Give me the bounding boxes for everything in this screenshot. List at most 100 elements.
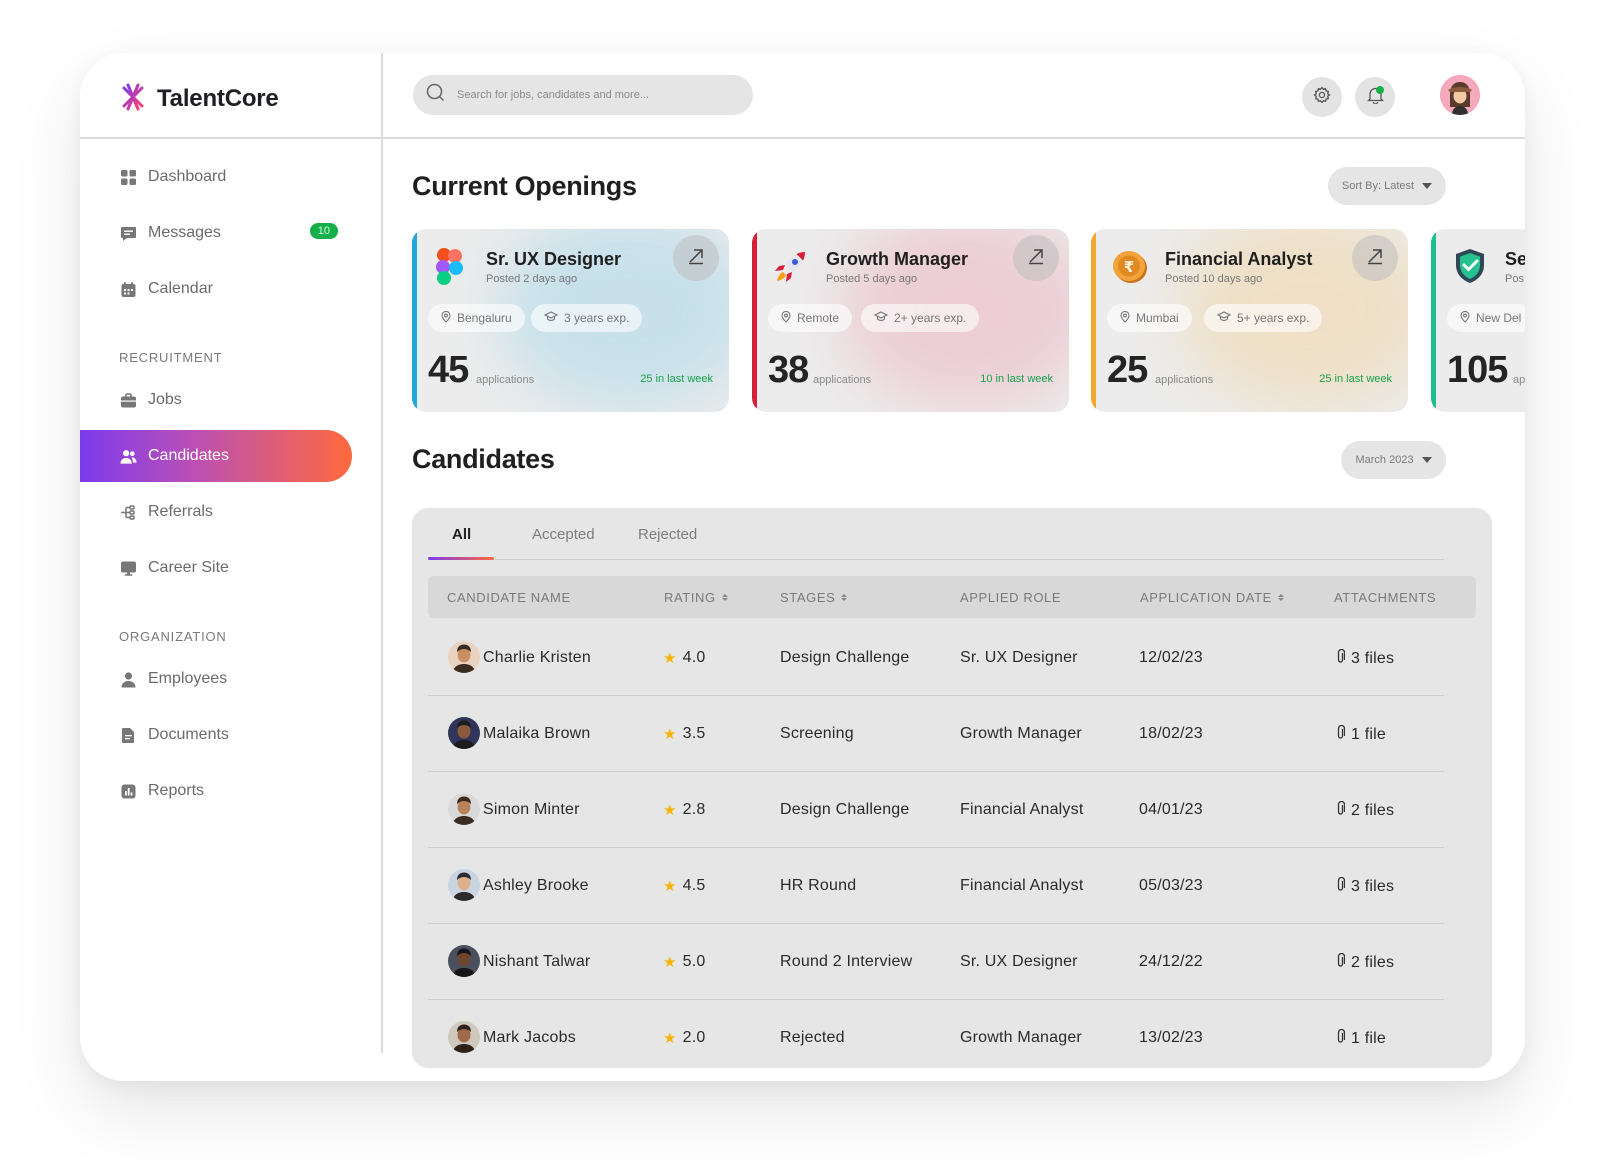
candidate-rating: ★ 4.5 [663, 877, 706, 895]
notifications-button[interactable] [1355, 77, 1395, 117]
candidate-name[interactable]: Nishant Talwar [483, 953, 590, 971]
tab-rejected[interactable]: Rejected [638, 526, 697, 543]
attachments[interactable]: 2 files [1336, 952, 1394, 973]
search-bar[interactable] [413, 75, 753, 115]
user-avatar[interactable] [1440, 75, 1480, 115]
rupee-coin-icon: ₹ [1110, 246, 1150, 286]
column-header-role[interactable]: APPLIED ROLE [960, 590, 1061, 605]
applications-label: ap [1513, 374, 1525, 386]
paperclip-icon [1336, 1028, 1346, 1049]
column-label: RATING [664, 590, 716, 605]
applications-label: applications [813, 374, 872, 386]
map-pin-icon [781, 310, 791, 326]
period-dropdown[interactable]: March 2023 [1341, 441, 1446, 479]
table-header: CANDIDATE NAME RATING STAGES APPLIED ROL… [428, 576, 1476, 618]
arrow-up-right-icon [1027, 247, 1045, 270]
tab-all[interactable]: All [452, 526, 471, 543]
chat-icon [120, 225, 137, 242]
sidebar-item-reports[interactable]: Reports [80, 765, 352, 817]
attachments-count: 1 file [1351, 726, 1386, 743]
job-card-sr-ux-designer[interactable]: Sr. UX Designer Posted 2 days ago Bengal… [412, 229, 729, 412]
candidate-stage: HR Round [780, 877, 857, 894]
candidate-name[interactable]: Simon Minter [483, 801, 580, 819]
sidebar-item-career-site[interactable]: Career Site [80, 542, 352, 594]
sort-icon [1277, 594, 1284, 601]
applications-label: applications [1155, 374, 1214, 386]
shield-icon [1450, 246, 1490, 286]
table-row[interactable]: Mark Jacobs ★ 2.0 Rejected Growth Manager 13/… [428, 998, 1444, 1068]
candidate-name[interactable]: Malaika Brown [483, 725, 591, 743]
application-count: 25 [1107, 349, 1148, 391]
job-card-financial-analyst[interactable]: ₹ Financial Analyst Posted 10 days ago M… [1091, 229, 1408, 412]
attachments[interactable]: 3 files [1336, 876, 1394, 897]
sidebar-item-candidates[interactable]: Candidates [80, 430, 352, 482]
map-pin-icon [441, 310, 451, 326]
open-job-button[interactable] [1352, 235, 1398, 281]
table-row[interactable]: Charlie Kristen ★ 4.0 Design Challenge Sr. U… [428, 618, 1444, 696]
sort-dropdown[interactable]: Sort By: Latest [1328, 167, 1446, 205]
application-date: 18/02/23 [1139, 725, 1203, 742]
sidebar-item-calendar[interactable]: Calendar [80, 263, 352, 315]
sidebar-item-documents[interactable]: Documents [80, 709, 352, 761]
attachments[interactable]: 3 files [1336, 648, 1395, 669]
divider [80, 137, 382, 139]
map-pin-icon [1120, 310, 1130, 326]
open-job-button[interactable] [1013, 235, 1059, 281]
experience-pill: 5+ years exp. [1204, 304, 1323, 332]
paperclip-icon [1336, 648, 1346, 669]
table-row[interactable]: Nishant Talwar ★ 5.0 Round 2 Interview Sr. U… [428, 922, 1444, 1000]
arrow-up-right-icon [687, 247, 705, 270]
job-card-partial[interactable]: Se Pos New Del 105 ap [1431, 229, 1525, 412]
graduation-cap-icon [873, 311, 889, 325]
candidate-role: Sr. UX Designer [960, 953, 1078, 970]
job-title: Growth Manager [826, 249, 969, 269]
graduation-cap-icon [1216, 311, 1232, 325]
attachments-count: 3 files [1351, 650, 1395, 667]
last-week-stat: 25 in last week [640, 373, 713, 385]
job-title: Se [1505, 249, 1525, 269]
search-input[interactable] [457, 89, 727, 101]
card-accent-stripe [752, 229, 757, 412]
sidebar-item-label: Messages [148, 224, 221, 241]
sidebar-item-label: Jobs [148, 391, 182, 408]
sidebar-item-jobs[interactable]: Jobs [80, 374, 352, 426]
open-job-button[interactable] [673, 235, 719, 281]
attachments[interactable]: 1 file [1336, 1028, 1386, 1049]
candidate-name[interactable]: Charlie Kristen [483, 649, 591, 667]
sidebar: TalentCore Dashboard Messages 10 Calenda… [80, 53, 382, 1081]
column-header-attachments[interactable]: ATTACHMENTS [1334, 590, 1436, 605]
job-card-growth-manager[interactable]: Growth Manager Posted 5 days ago Remote … [752, 229, 1069, 412]
sidebar-divider [381, 53, 383, 1053]
sidebar-item-employees[interactable]: Employees [80, 653, 352, 705]
table-row[interactable]: Malaika Brown ★ 3.5 Screening Growth Manager… [428, 694, 1444, 772]
settings-button[interactable] [1302, 77, 1342, 117]
figma-icon [431, 246, 471, 286]
candidate-role: Growth Manager [960, 1029, 1082, 1046]
candidate-name[interactable]: Mark Jacobs [483, 1029, 576, 1047]
column-header-rating[interactable]: RATING [664, 590, 728, 605]
tab-accepted[interactable]: Accepted [532, 526, 595, 543]
location-text: Bengaluru [457, 311, 512, 325]
location-text: New Del [1476, 311, 1522, 325]
app-window: TalentCore Dashboard Messages 10 Calenda… [80, 53, 1525, 1081]
column-header-date[interactable]: APPLICATION DATE [1140, 590, 1284, 605]
posted-date: Posted 2 days ago [486, 273, 578, 285]
sidebar-item-dashboard[interactable]: Dashboard [80, 151, 352, 203]
candidates-title: Candidates [412, 444, 555, 474]
arrow-up-right-icon [1366, 247, 1384, 270]
attachments[interactable]: 1 file [1336, 724, 1386, 745]
column-header-stages[interactable]: STAGES [780, 590, 848, 605]
candidate-name[interactable]: Ashley Brooke [483, 877, 589, 895]
share-tree-icon [120, 504, 137, 521]
table-row[interactable]: Simon Minter ★ 2.8 Design Challenge Financia… [428, 770, 1444, 848]
attachments[interactable]: 2 files [1336, 800, 1394, 821]
column-header-name[interactable]: CANDIDATE NAME [447, 590, 571, 605]
posted-date: Posted 5 days ago [826, 273, 918, 285]
person-icon [120, 671, 137, 688]
sidebar-item-messages[interactable]: Messages 10 [80, 207, 352, 259]
posted-date: Posted 10 days ago [1165, 273, 1263, 285]
table-row[interactable]: Ashley Brooke ★ 4.5 HR Round Financial Analy… [428, 846, 1444, 924]
logo[interactable]: TalentCore [118, 79, 279, 119]
sidebar-item-referrals[interactable]: Referrals [80, 486, 352, 538]
last-week-stat: 10 in last week [980, 373, 1053, 385]
